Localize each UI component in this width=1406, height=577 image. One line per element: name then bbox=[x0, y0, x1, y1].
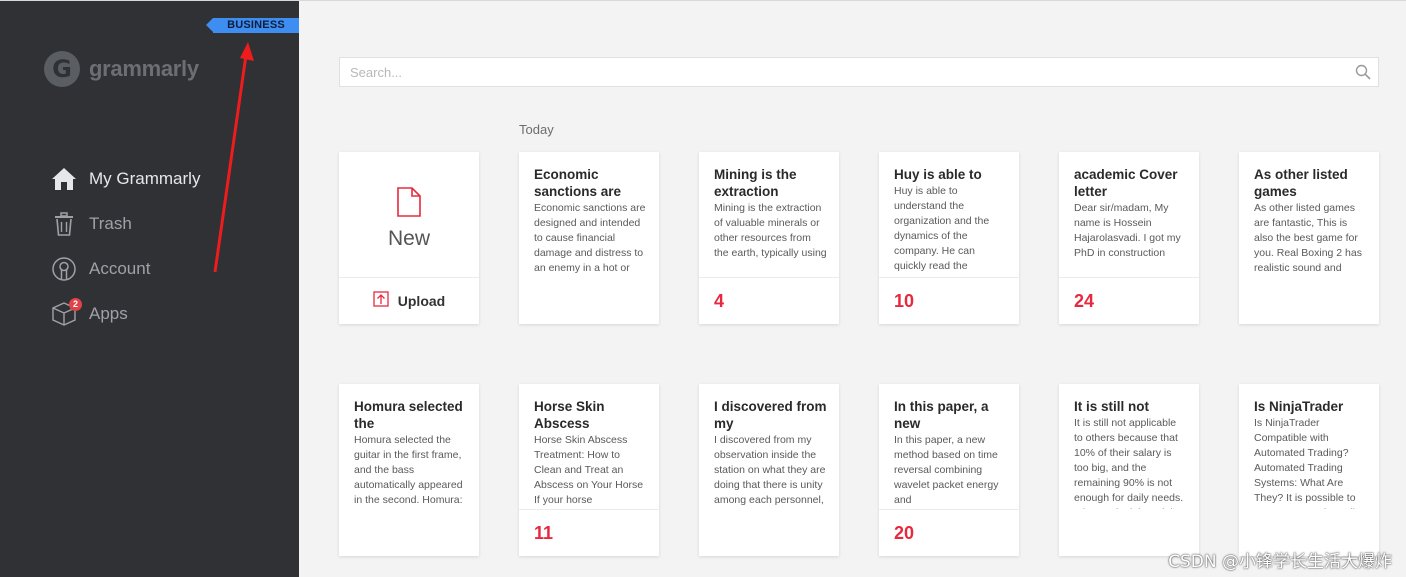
document-footer: 11 bbox=[519, 509, 659, 556]
document-footer: 4 bbox=[699, 277, 839, 324]
document-preview: In this paper, a new In this paper, a ne… bbox=[879, 384, 1019, 509]
grammarly-g-icon bbox=[44, 51, 80, 87]
document-excerpt: Huy is able to understand the organizati… bbox=[894, 185, 990, 272]
document-excerpt: Economic sanctions are designed and inte… bbox=[534, 202, 646, 274]
business-badge: BUSINESS bbox=[206, 18, 299, 33]
document-title: I discovered from my bbox=[714, 399, 827, 431]
document-preview: Is NinjaTrader Is NinjaTrader Compatible… bbox=[1239, 384, 1379, 509]
sidebar-item-account[interactable]: Account bbox=[51, 246, 200, 291]
document-footer: 24 bbox=[1059, 277, 1199, 324]
search-input[interactable] bbox=[340, 58, 1348, 86]
home-icon bbox=[51, 166, 77, 192]
document-card[interactable]: academic Cover letter Dear sir/madam, My… bbox=[1059, 152, 1199, 324]
document-title: In this paper, a new bbox=[894, 399, 989, 431]
sidebar: BUSINESS grammarly My Grammarly bbox=[0, 1, 299, 577]
issue-count: 24 bbox=[1074, 290, 1095, 311]
document-footer: 20 bbox=[879, 509, 1019, 556]
document-excerpt: In this paper, a new method based on tim… bbox=[894, 434, 999, 506]
sidebar-item-my-grammarly[interactable]: My Grammarly bbox=[51, 156, 200, 201]
document-preview: academic Cover letter Dear sir/madam, My… bbox=[1059, 152, 1199, 277]
document-title: Homura selected the bbox=[354, 399, 463, 431]
document-preview: Mining is the extraction Mining is the e… bbox=[699, 152, 839, 277]
document-excerpt: Homura selected the guitar in the first … bbox=[354, 434, 463, 506]
sidebar-item-trash[interactable]: Trash bbox=[51, 201, 200, 246]
sidebar-item-label: Trash bbox=[89, 213, 132, 233]
document-excerpt: Is NinjaTrader Compatible with Automated… bbox=[1254, 417, 1367, 509]
document-excerpt: It is still not applicable to others bec… bbox=[1074, 417, 1185, 509]
document-excerpt: Mining is the extraction of valuable min… bbox=[714, 202, 827, 259]
document-title: Huy is able to bbox=[894, 167, 982, 182]
document-preview: Huy is able to Huy is able to understand… bbox=[879, 152, 1019, 277]
document-preview: Economic sanctions are Economic sanction… bbox=[519, 152, 659, 277]
document-title: Economic sanctions are bbox=[534, 167, 622, 199]
issue-count: 10 bbox=[894, 290, 915, 311]
sidebar-item-label: Apps bbox=[89, 303, 128, 323]
account-icon bbox=[51, 256, 77, 282]
issue-count: 4 bbox=[714, 290, 725, 311]
document-card[interactable]: Huy is able to Huy is able to understand… bbox=[879, 152, 1019, 324]
csdn-watermark: CSDN @小锋学长生活大爆炸 bbox=[1168, 552, 1392, 572]
sidebar-nav: My Grammarly Trash Account 2 Apps bbox=[51, 156, 200, 336]
logo-text: grammarly bbox=[89, 56, 199, 81]
document-card[interactable]: Is NinjaTrader Is NinjaTrader Compatible… bbox=[1239, 384, 1379, 556]
document-title: Horse Skin Abscess bbox=[534, 399, 605, 431]
sidebar-item-label: My Grammarly bbox=[89, 168, 201, 188]
trash-icon bbox=[51, 211, 77, 237]
document-title: Mining is the extraction bbox=[714, 167, 797, 199]
document-preview: As other listed games As other listed ga… bbox=[1239, 152, 1379, 277]
issue-count: 20 bbox=[894, 522, 915, 543]
upload-label: Upload bbox=[397, 293, 446, 309]
document-card[interactable]: I discovered from my I discovered from m… bbox=[699, 384, 839, 556]
new-document-button[interactable]: New bbox=[339, 152, 479, 277]
document-excerpt: As other listed games are fantastic, Thi… bbox=[1254, 202, 1362, 274]
upload-icon bbox=[373, 290, 389, 312]
document-excerpt: Dear sir/madam, My name is Hossein Hajar… bbox=[1074, 202, 1181, 259]
document-title: As other listed games bbox=[1254, 167, 1348, 199]
document-title: It is still not bbox=[1074, 399, 1150, 414]
document-card[interactable]: Economic sanctions are Economic sanction… bbox=[519, 152, 659, 324]
document-card[interactable]: Horse Skin Abscess Horse Skin Abscess Tr… bbox=[519, 384, 659, 556]
upload-button[interactable]: Upload bbox=[339, 277, 479, 324]
document-preview: Homura selected the Homura selected the … bbox=[339, 384, 479, 509]
new-document-label: New bbox=[387, 227, 430, 250]
document-preview: I discovered from my I discovered from m… bbox=[699, 384, 839, 509]
issue-count: 11 bbox=[534, 522, 554, 543]
sidebar-item-apps[interactable]: 2 Apps bbox=[51, 291, 200, 336]
document-excerpt: I discovered from my observation inside … bbox=[714, 434, 826, 506]
search-bar bbox=[339, 57, 1379, 87]
search-icon[interactable] bbox=[1348, 58, 1378, 86]
document-title: academic Cover letter bbox=[1074, 167, 1178, 199]
document-card[interactable]: Mining is the extraction Mining is the e… bbox=[699, 152, 839, 324]
document-card[interactable]: As other listed games As other listed ga… bbox=[1239, 152, 1379, 324]
new-document-icon bbox=[339, 186, 479, 223]
sidebar-item-label: Account bbox=[89, 258, 151, 278]
document-preview: It is still not It is still not applicab… bbox=[1059, 384, 1199, 509]
apps-count-badge: 2 bbox=[69, 297, 82, 311]
red-annotation-arrow bbox=[213, 42, 254, 273]
document-card[interactable]: In this paper, a new In this paper, a ne… bbox=[879, 384, 1019, 556]
document-card[interactable]: It is still not It is still not applicab… bbox=[1059, 384, 1199, 556]
grammarly-logo[interactable]: grammarly bbox=[44, 51, 199, 87]
document-footer: 10 bbox=[879, 277, 1019, 324]
document-excerpt: Horse Skin Abscess Treatment: How to Cle… bbox=[534, 434, 644, 506]
document-preview: Horse Skin Abscess Horse Skin Abscess Tr… bbox=[519, 384, 659, 509]
section-label-today: Today bbox=[519, 122, 554, 137]
document-title: Is NinjaTrader bbox=[1254, 399, 1344, 414]
document-card[interactable]: Homura selected the Homura selected the … bbox=[339, 384, 479, 556]
apps-box-icon: 2 bbox=[51, 297, 82, 327]
new-document-card: New Upload bbox=[339, 152, 479, 324]
